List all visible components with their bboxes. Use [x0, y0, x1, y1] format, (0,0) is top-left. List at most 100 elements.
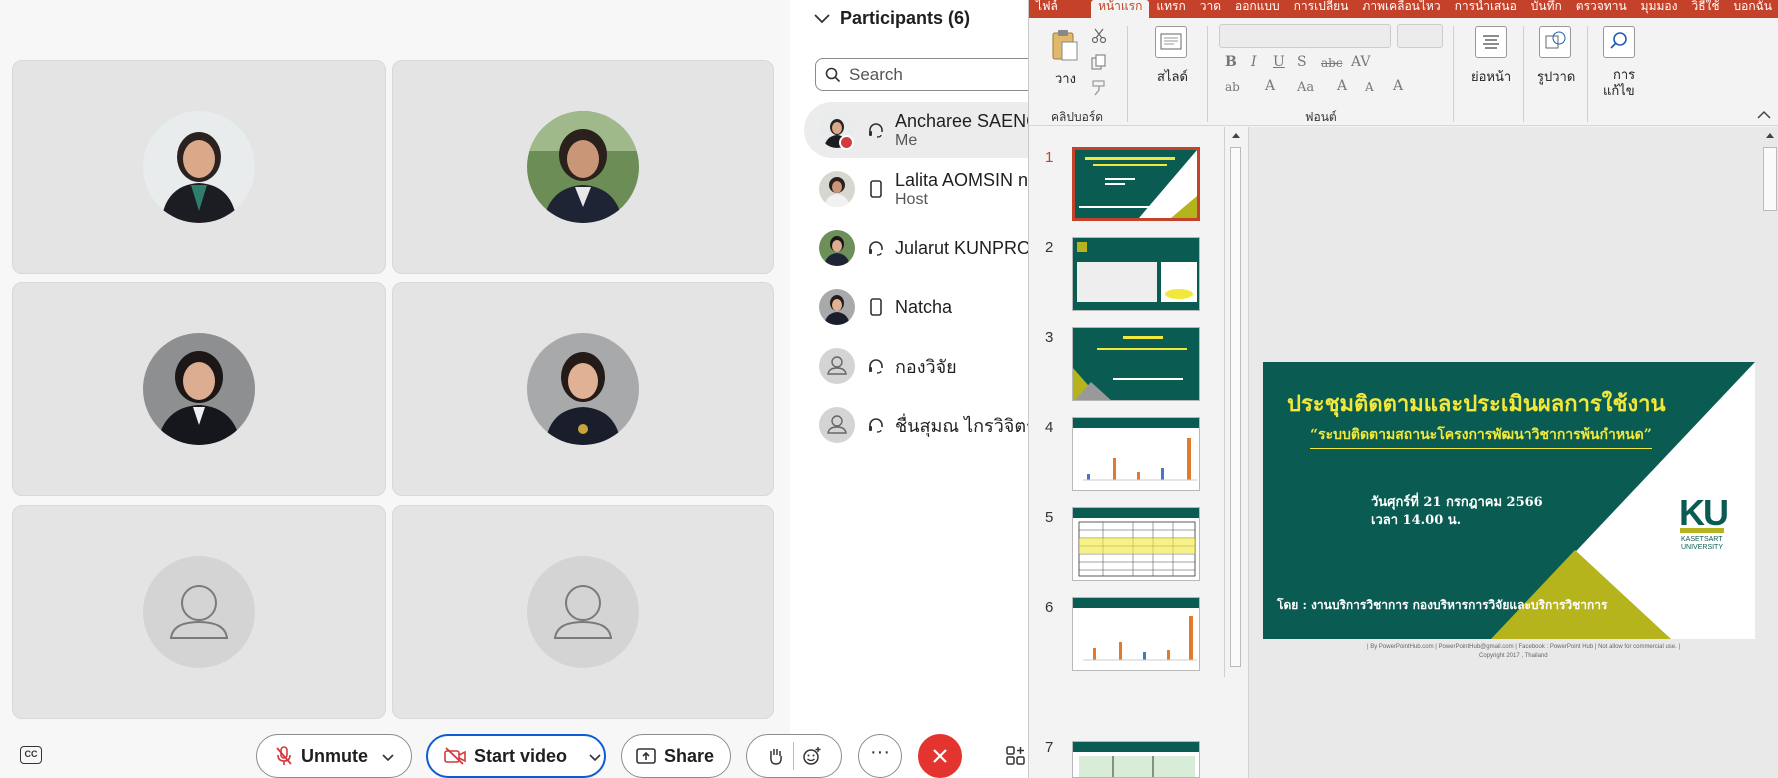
editing-label-2[interactable]: แก้ไข — [1603, 80, 1635, 101]
slide-thumbnail-2[interactable] — [1072, 237, 1200, 311]
leave-meeting-button[interactable] — [918, 734, 962, 778]
new-slide-icon[interactable] — [1155, 26, 1187, 58]
slide-thumbnail-6[interactable] — [1072, 597, 1200, 671]
slide-presenter: โดย : งานบริการวิชาการ กองบริหารการวิจัย… — [1277, 598, 1608, 612]
chevron-down-icon[interactable] — [814, 13, 830, 24]
headset-icon — [867, 120, 885, 140]
search-input[interactable] — [849, 64, 1019, 85]
tab-view[interactable]: มุมมอง — [1634, 0, 1685, 18]
change-case-icon[interactable]: Aa — [1297, 80, 1314, 95]
participant-row[interactable]: Jularut KUNPRO — [804, 220, 1044, 276]
slide-subtitle: “ระบบติดตามสถานะโครงการพัฒนาวิชาการพ้นกำ… — [1310, 424, 1652, 449]
more-options-button[interactable]: ··· — [858, 734, 902, 778]
tab-file[interactable]: ไฟล์ — [1029, 0, 1091, 18]
slide-thumbnail-7[interactable] — [1072, 741, 1200, 778]
drawing-label[interactable]: รูปวาด — [1537, 66, 1575, 87]
thumbnail-scrollbar[interactable] — [1224, 127, 1246, 677]
scroll-up-icon[interactable] — [1231, 131, 1241, 139]
underline-icon[interactable]: U — [1273, 54, 1285, 70]
paste-label[interactable]: วาง — [1055, 68, 1076, 89]
font-name-dropdown[interactable] — [1219, 24, 1391, 48]
video-tile-4[interactable] — [392, 282, 774, 496]
tab-animations[interactable]: ภาพเคลื่อนไหว — [1355, 0, 1447, 18]
italic-icon[interactable]: I — [1251, 54, 1257, 70]
tab-draw[interactable]: วาด — [1193, 0, 1228, 18]
participant-row[interactable]: Ancharee SAENG Me — [804, 102, 1044, 158]
tab-home[interactable]: หน้าแรก — [1091, 0, 1150, 18]
raise-hand-icon[interactable] — [767, 746, 785, 766]
tab-tell-me[interactable]: บอกฉัน — [1727, 0, 1778, 18]
participant-row[interactable]: Lalita AOMSIN n Host — [804, 161, 1044, 217]
participant-row[interactable]: กองวิจัย — [804, 338, 1044, 394]
chevron-down-icon[interactable] — [589, 746, 601, 767]
increase-font-icon[interactable]: A — [1337, 78, 1347, 94]
video-tile-2[interactable] — [392, 60, 774, 274]
copy-icon[interactable] — [1091, 54, 1107, 70]
participant-row[interactable]: ชื่นสุมณ ไกรวิจิตร — [804, 397, 1044, 453]
canvas-scrollbar-thumb[interactable] — [1763, 147, 1777, 211]
paragraph-icon[interactable] — [1475, 26, 1507, 58]
slide-thumbnail-5[interactable] — [1072, 507, 1200, 581]
tab-review[interactable]: ตรวจทาน — [1569, 0, 1634, 18]
paste-icon[interactable] — [1051, 28, 1079, 62]
tab-record[interactable]: บันทึก — [1524, 0, 1569, 18]
chevron-down-icon[interactable] — [382, 746, 394, 767]
cut-icon[interactable] — [1091, 28, 1107, 44]
font-color-icon[interactable]: A — [1265, 78, 1275, 94]
shapes-icon[interactable] — [1539, 26, 1571, 58]
ribbon-tab-bar: ไฟล์ หน้าแรก แทรก วาด ออกแบบ การเปลี่ยน … — [1029, 0, 1778, 18]
generic-user-avatar — [143, 556, 255, 668]
video-tile-5[interactable] — [12, 505, 386, 719]
slides-label[interactable]: สไลด์ — [1157, 66, 1188, 87]
find-icon[interactable] — [1603, 26, 1635, 58]
slide-thumbnail-4[interactable] — [1072, 417, 1200, 491]
font-size-dropdown[interactable] — [1397, 24, 1443, 48]
tab-transitions[interactable]: การเปลี่ยน — [1287, 0, 1356, 18]
shadow-icon[interactable]: S — [1297, 54, 1307, 70]
reactions-icon[interactable] — [802, 746, 822, 766]
participant-row[interactable]: Natcha — [804, 279, 1044, 335]
generic-user-avatar — [527, 556, 639, 668]
participant-avatar-jularut — [143, 333, 255, 445]
tab-slideshow[interactable]: การนำเสนอ — [1448, 0, 1524, 18]
slide-thumbnail-3[interactable] — [1072, 327, 1200, 401]
decrease-font-icon[interactable]: A — [1365, 80, 1374, 94]
share-label: Share — [664, 745, 715, 766]
unmute-button[interactable]: Unmute — [256, 734, 412, 778]
collapse-ribbon-icon[interactable] — [1757, 110, 1771, 120]
video-tile-3[interactable] — [12, 282, 386, 496]
participants-search[interactable] — [815, 58, 1055, 91]
closed-captions-icon[interactable]: CC — [20, 746, 42, 764]
bold-icon[interactable]: B — [1225, 54, 1237, 70]
slide-number: 3 — [1045, 329, 1054, 346]
clear-formatting-icon[interactable]: A — [1393, 78, 1403, 94]
participant-name: ชื่นสุมณ ไกรวิจิตร — [895, 415, 1036, 436]
participants-header[interactable]: Participants (6) — [814, 8, 970, 29]
paragraph-label[interactable]: ย่อหน้า — [1471, 66, 1511, 87]
font-group-label: ฟอนต์ — [1305, 110, 1337, 124]
muted-badge-icon — [839, 135, 854, 150]
tab-design[interactable]: ออกแบบ — [1228, 0, 1287, 18]
scroll-up-icon[interactable] — [1765, 131, 1775, 139]
slide-thumbnail-1[interactable] — [1072, 147, 1200, 221]
user-silhouette-icon — [827, 415, 847, 434]
participants-title: Participants (6) — [840, 8, 971, 28]
highlight-icon[interactable]: ab — [1225, 80, 1240, 94]
character-spacing-icon[interactable]: AV — [1351, 54, 1371, 70]
share-screen-icon — [636, 748, 656, 764]
scrollbar-thumb[interactable] — [1230, 147, 1241, 667]
start-video-button[interactable]: Start video — [426, 734, 606, 778]
video-tile-1[interactable] — [12, 60, 386, 274]
strikethrough-icon[interactable]: abc — [1321, 56, 1343, 70]
tab-help[interactable]: วิธีใช้ — [1684, 0, 1726, 18]
apps-icon[interactable] — [1006, 746, 1026, 766]
format-painter-icon[interactable] — [1091, 80, 1107, 96]
video-tile-6[interactable] — [392, 505, 774, 719]
tab-insert[interactable]: แทรก — [1149, 0, 1192, 18]
video-off-icon — [444, 747, 466, 765]
share-button[interactable]: Share — [621, 734, 731, 778]
participant-name: Lalita AOMSIN n — [895, 169, 1029, 190]
current-slide[interactable]: ประชุมติดตามและประเมินผลการใช้งาน “ระบบต… — [1263, 362, 1755, 639]
ku-logo-name-line: UNIVERSITY — [1681, 544, 1724, 551]
participant-avatar — [819, 289, 855, 325]
